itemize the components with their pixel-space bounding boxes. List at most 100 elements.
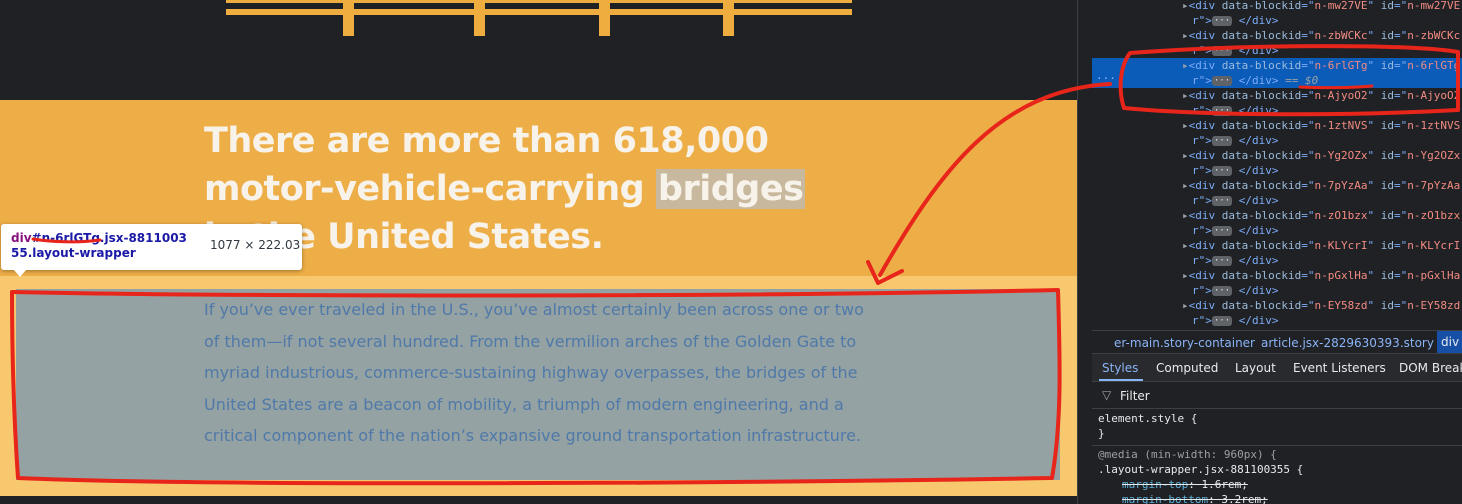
close-tag: </div> — [1238, 224, 1279, 237]
active-tab-indicator — [1099, 379, 1143, 381]
ellipsis-badge-icon[interactable]: ··· — [1211, 46, 1233, 56]
tooltip-dimensions: 1077 × 222.03 — [210, 238, 301, 252]
bridge-illustration-post — [723, 0, 734, 36]
bridge-illustration-top-rail — [226, 0, 852, 3]
tab-computed[interactable]: Computed — [1156, 361, 1218, 375]
close-tag: </div> — [1238, 104, 1279, 117]
expand-triangle-icon[interactable]: ▸ — [1182, 119, 1189, 132]
ellipsis-badge-icon[interactable]: ··· — [1211, 76, 1233, 86]
rule-selector[interactable]: .layout-wrapper.jsx-881100355 { — [1098, 463, 1303, 476]
id-value: n-7pYzAa — [1407, 179, 1461, 192]
blockid-value: n-mw27VE — [1314, 0, 1368, 12]
close-tag: </div> — [1238, 284, 1279, 297]
devtools-panel: ▸<div data-blockid="n-mw27VE" id="n-mw27… — [1077, 0, 1462, 504]
ellipsis-badge-icon[interactable]: ··· — [1211, 106, 1233, 116]
ellipsis-badge-icon[interactable]: ··· — [1211, 136, 1233, 146]
styles-tab-bar: Styles Computed Layout Event Listeners D… — [1092, 354, 1462, 382]
page-bottom-band — [0, 496, 1077, 504]
blockid-value: n-KLYcrI — [1314, 239, 1368, 252]
ellipsis-badge-icon[interactable]: ··· — [1211, 196, 1233, 206]
elements-tree[interactable]: ▸<div data-blockid="n-mw27VE" id="n-mw27… — [1092, 0, 1462, 330]
dom-node-open-line[interactable]: ▸<div data-blockid="n-mw27VE" id="n-mw27… — [1092, 0, 1462, 13]
dom-node-open-line[interactable]: ▸<div data-blockid="n-Yg2OZx" id="n-Yg2O… — [1092, 148, 1462, 163]
tab-dom-breakpoints[interactable]: DOM Breakpoints — [1399, 361, 1462, 375]
expand-triangle-icon[interactable]: ▸ — [1182, 299, 1189, 312]
devtools-splitter[interactable] — [1077, 0, 1078, 504]
tooltip-selector: div#n-6rlGTg.jsx-881100355.layout-wrappe… — [11, 231, 191, 261]
id-value: n-pGxlHa — [1407, 269, 1461, 282]
ellipsis-badge-icon[interactable]: ··· — [1211, 316, 1233, 326]
dom-node-open-line[interactable]: ▸<div data-blockid="n-7pYzAa" id="n-7pYz… — [1092, 178, 1462, 193]
styles-filter[interactable]: ▽ Filter — [1092, 383, 1462, 409]
expand-triangle-icon[interactable]: ▸ — [1182, 29, 1189, 42]
tooltip-arrow — [14, 270, 26, 277]
close-tag: </div> — [1238, 44, 1279, 57]
ellipsis-badge-icon[interactable]: ··· — [1211, 226, 1233, 236]
filter-input[interactable]: Filter — [1120, 389, 1150, 403]
ellipsis-badge-icon[interactable]: ··· — [1211, 286, 1233, 296]
dom-node-close-line[interactable]: r"> ··· </div> — [1092, 133, 1462, 148]
breadcrumb-item-active[interactable]: div — [1437, 331, 1462, 353]
breadcrumb-item[interactable]: article.jsx-2829630393.story — [1261, 336, 1434, 350]
expand-triangle-icon[interactable]: ▸ — [1182, 59, 1189, 72]
styles-pane: element.style { } @media (min-width: 960… — [1092, 409, 1462, 504]
blockid-value: n-zO1bzx — [1314, 209, 1368, 222]
blockid-value: n-6rlGTg — [1314, 59, 1368, 72]
css-property-name: margin-top — [1122, 478, 1189, 491]
dom-node-open-line[interactable]: ▸<div data-blockid="n-zbWCKc" id="n-zbWC… — [1092, 28, 1462, 43]
headline-highlighted-word[interactable]: bridges — [655, 169, 806, 209]
bridge-illustration-post — [343, 0, 354, 36]
id-value: n-AjyoO2 — [1407, 89, 1461, 102]
blockid-value: n-zbWCKc — [1314, 29, 1368, 42]
ellipsis-badge-icon[interactable]: ··· — [1211, 256, 1233, 266]
css-property-overridden[interactable]: margin-bottom: 3.2rem; — [1122, 493, 1268, 504]
tab-layout[interactable]: Layout — [1235, 361, 1276, 375]
dom-node-close-line[interactable]: r"> ··· </div> — [1092, 103, 1462, 118]
dom-node-close-line[interactable]: r"> ··· </div> — [1092, 283, 1462, 298]
id-value: n-zO1bzx — [1407, 209, 1461, 222]
blockid-value: n-EY58zd — [1314, 299, 1368, 312]
dom-node-close-line[interactable]: r"> ··· </div> — [1092, 13, 1462, 28]
expand-triangle-icon[interactable]: ▸ — [1182, 239, 1189, 252]
breadcrumb: er-main.story-container article.jsx-2829… — [1092, 330, 1462, 354]
ellipsis-badge-icon[interactable]: ··· — [1211, 16, 1233, 26]
dom-node-close-line[interactable]: r"> ··· </div> — [1092, 193, 1462, 208]
css-property-overridden[interactable]: margin-top: 1.6rem; — [1122, 478, 1248, 491]
close-tag: </div> — [1238, 314, 1279, 327]
dom-node-close-line[interactable]: r"> ··· </div> — [1092, 313, 1462, 328]
dom-node-open-line[interactable]: ▸<div data-blockid="n-zO1bzx" id="n-zO1b… — [1092, 208, 1462, 223]
expand-triangle-icon[interactable]: ▸ — [1182, 209, 1189, 222]
dom-node-close-line[interactable]: r"> ··· </div> — [1092, 223, 1462, 238]
tab-styles[interactable]: Styles — [1102, 361, 1138, 375]
element-style-rule[interactable]: element.style { — [1098, 412, 1197, 425]
page-viewport: There are more than 618,000 motor-vehicl… — [0, 0, 1077, 504]
ellipsis-badge-icon[interactable]: ··· — [1211, 166, 1233, 176]
dom-node-close-line[interactable]: r"> ··· </div> — [1092, 163, 1462, 178]
css-property-name: margin-bottom — [1122, 493, 1209, 504]
dom-node-open-line[interactable]: ▸<div data-blockid="n-1ztNVS" id="n-1ztN… — [1092, 118, 1462, 133]
dom-node-open-line[interactable]: ▸<div data-blockid="n-6rlGTg" id="n-6rlG… — [1092, 58, 1462, 73]
expand-triangle-icon[interactable]: ▸ — [1182, 0, 1189, 12]
expand-triangle-icon[interactable]: ▸ — [1182, 269, 1189, 282]
close-tag: </div> — [1238, 74, 1279, 87]
dom-node-open-line[interactable]: ▸<div data-blockid="n-pGxlHa" id="n-pGxl… — [1092, 268, 1462, 283]
dom-node-open-line[interactable]: ▸<div data-blockid="n-KLYcrI" id="n-KLYc… — [1092, 238, 1462, 253]
id-value: n-1ztNVS — [1407, 119, 1461, 132]
breadcrumb-item[interactable]: er-main.story-container — [1114, 336, 1255, 350]
expand-triangle-icon[interactable]: ▸ — [1182, 179, 1189, 192]
bridge-illustration-post — [474, 0, 485, 36]
dom-node-close-line[interactable]: r"> ··· </div> — [1092, 253, 1462, 268]
bridge-illustration-band — [0, 0, 1077, 100]
node-actions-dots-icon[interactable]: ··· — [1096, 73, 1116, 84]
expand-triangle-icon[interactable]: ▸ — [1182, 89, 1189, 102]
dom-node-close-line[interactable]: r"> ··· </div> == $0 — [1092, 73, 1462, 88]
dom-node-open-line[interactable]: ▸<div data-blockid="n-EY58zd" id="n-EY58… — [1092, 298, 1462, 313]
css-property-value: 3.2rem; — [1221, 493, 1268, 504]
close-tag: </div> — [1238, 134, 1279, 147]
dom-node-open-line[interactable]: ▸<div data-blockid="n-AjyoO2" id="n-Ajyo… — [1092, 88, 1462, 103]
tab-event-listeners[interactable]: Event Listeners — [1293, 361, 1386, 375]
tooltip-tag: div — [11, 231, 32, 245]
expand-triangle-icon[interactable]: ▸ — [1182, 149, 1189, 162]
bridge-illustration-post — [599, 0, 610, 36]
dom-node-close-line[interactable]: r"> ··· </div> — [1092, 43, 1462, 58]
